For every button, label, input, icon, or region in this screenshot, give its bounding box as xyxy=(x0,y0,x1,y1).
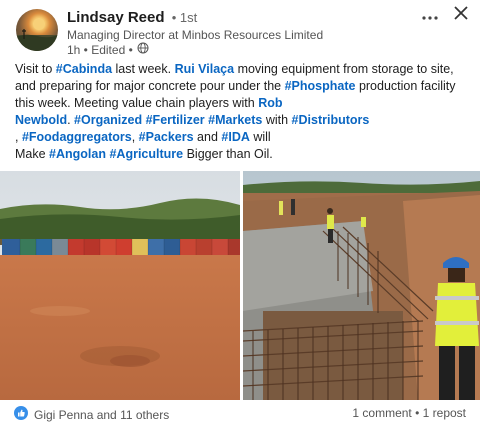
mention-link[interactable]: Rob xyxy=(258,96,282,110)
post-text-segment: with xyxy=(262,113,292,127)
post-meta: 1h • Edited • xyxy=(67,42,149,57)
close-icon xyxy=(454,5,468,25)
hashtag-link[interactable]: #Agriculture xyxy=(109,147,183,161)
hashtag-link[interactable]: #Foodaggregators xyxy=(22,130,132,144)
post-timestamp: 1h • Edited • xyxy=(67,42,133,57)
hashtag-link[interactable]: #Cabinda xyxy=(56,62,112,76)
post-text-segment: . xyxy=(67,113,75,127)
hashtag-link[interactable]: #Distributors xyxy=(292,113,370,127)
post-text-line: Make #Angolan #Agriculture Bigger than O… xyxy=(15,146,470,163)
ellipsis-icon xyxy=(422,7,438,25)
post-text-segment: will xyxy=(249,130,271,144)
post-text-segment: Make xyxy=(15,147,50,161)
post-text-line: this week. Meeting value chain players w… xyxy=(15,95,470,112)
author-headline: Managing Director at Minbos Resources Li… xyxy=(67,28,324,42)
post-text-segment: Bigger than Oil. xyxy=(183,147,273,161)
post-image-construction-site[interactable] xyxy=(243,171,480,400)
post-text-segment: this week. Meeting value chain players w… xyxy=(15,96,259,110)
reactions-summary[interactable]: Gigi Penna and 11 others xyxy=(14,406,169,423)
post-text-segment: , xyxy=(131,130,139,144)
post-text-segment: moving equipment from storage to site, xyxy=(234,62,454,76)
post-text-segment: last week. xyxy=(112,62,175,76)
mention-link[interactable]: Rui Vilaça xyxy=(175,62,235,76)
post-text-line: , #Foodaggregators, #Packers and #IDA wi… xyxy=(15,129,470,146)
post-text-segment: and preparing for major concrete pour un… xyxy=(15,79,285,93)
post-text-line: Newbold. #Organized #Fertilizer #Markets… xyxy=(15,112,470,129)
hashtag-link[interactable]: #Organized xyxy=(74,113,142,127)
hashtag-link[interactable]: #IDA xyxy=(221,130,249,144)
post-body: Visit to #Cabinda last week. Rui Vilaça … xyxy=(15,61,470,163)
post-text-segment: Visit to xyxy=(15,62,56,76)
post-card: Lindsay Reed • 1st Managing Director at … xyxy=(0,0,480,434)
hashtag-link[interactable]: #Packers xyxy=(139,130,194,144)
post-text-segment: , xyxy=(15,130,22,144)
engagement-counts: 1 comment • 1 repost xyxy=(352,406,466,420)
post-text-segment: production facility xyxy=(355,79,456,93)
connection-degree: • 1st xyxy=(171,10,198,25)
hashtag-link[interactable]: #Angolan xyxy=(49,147,106,161)
reposts-link[interactable]: 1 repost xyxy=(423,406,466,420)
post-text-line: Visit to #Cabinda last week. Rui Vilaça … xyxy=(15,61,470,78)
author-avatar[interactable] xyxy=(16,9,58,51)
hashtag-link[interactable]: #Phosphate xyxy=(285,79,356,93)
post-text-segment: and xyxy=(193,130,222,144)
globe-icon xyxy=(137,42,149,57)
mention-link[interactable]: Newbold xyxy=(15,113,67,127)
reactions-text: Gigi Penna and 11 others xyxy=(34,407,170,422)
close-button[interactable] xyxy=(452,5,470,25)
comments-link[interactable]: 1 comment xyxy=(352,406,411,420)
post-text-line: and preparing for major concrete pour un… xyxy=(15,78,470,95)
author-line: Lindsay Reed • 1st xyxy=(67,9,197,26)
hashtag-link[interactable]: #Fertilizer xyxy=(146,113,205,127)
post-image-container-yard[interactable] xyxy=(0,171,240,400)
author-name[interactable]: Lindsay Reed xyxy=(67,9,165,26)
hashtag-link[interactable]: #Markets xyxy=(208,113,262,127)
like-icon xyxy=(14,406,28,423)
counts-separator: • xyxy=(411,406,423,420)
more-options-button[interactable] xyxy=(420,6,440,26)
